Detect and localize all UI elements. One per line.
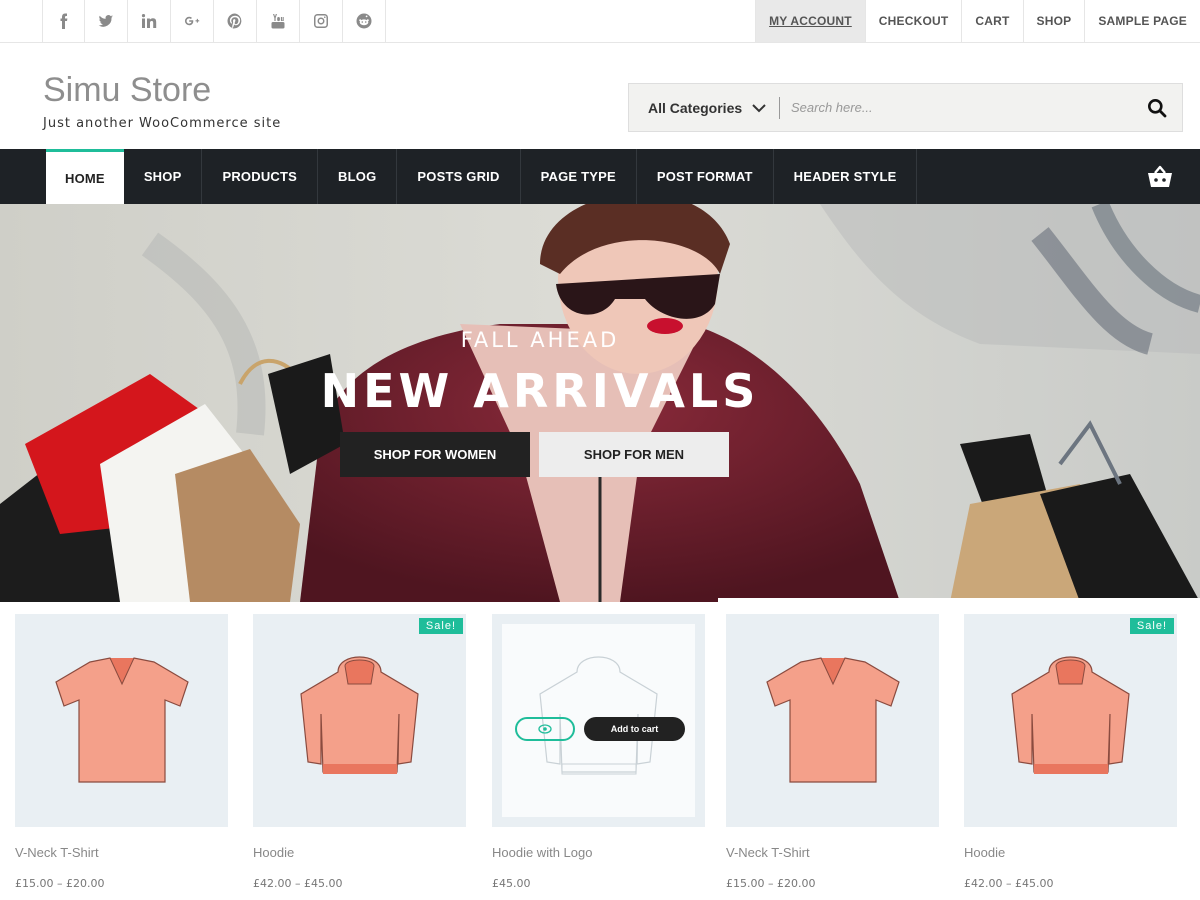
nav-item-page-type[interactable]: Page Type [521,149,637,204]
google-plus-icon[interactable] [171,0,214,42]
top-link-cart[interactable]: Cart [961,0,1022,42]
product-name[interactable]: Hoodie with Logo [492,845,705,860]
hero-banner: FALL AHEAD NEW ARRIVALS SHOP FOR WOMEN S… [0,204,1200,602]
nav-item-posts-grid[interactable]: Posts Grid [397,149,521,204]
social-links [42,0,386,42]
shopping-basket-icon[interactable] [1147,165,1173,189]
shop-for-men-button[interactable]: SHOP FOR MEN [539,432,729,477]
shop-for-women-button[interactable]: SHOP FOR WOMEN [340,432,530,477]
product-price: £42.00 – £45.00 [253,877,343,890]
product-card[interactable]: Add to cart Hoodie with Logo £45.00 [492,614,705,890]
eye-icon [538,724,552,734]
hoodie-image [300,656,419,774]
sale-badge: Sale! [418,618,463,634]
instagram-icon[interactable] [300,0,343,42]
nav-item-header-style[interactable]: Header Style [774,149,918,204]
tshirt-image [55,657,189,783]
product-price: £45.00 [492,877,531,890]
product-image[interactable]: Add to cart [492,614,705,827]
product-image[interactable] [15,614,228,827]
facebook-icon[interactable] [42,0,85,42]
twitter-icon[interactable] [85,0,128,42]
quick-view-button[interactable] [515,717,575,741]
top-links: My Account Checkout Cart Shop Sample Pag… [755,0,1200,42]
product-image[interactable] [726,614,939,827]
product-search: All Categories [628,83,1183,132]
linkedin-icon[interactable] [128,0,171,42]
sale-badge: Sale! [1129,618,1174,634]
product-price: £15.00 – £20.00 [726,877,816,890]
hero-subtitle: FALL AHEAD [460,328,620,352]
nav-item-blog[interactable]: Blog [318,149,398,204]
site-tagline: Just another WooCommerce site [43,116,282,131]
pinterest-icon[interactable] [214,0,257,42]
nav-item-products[interactable]: Products [202,149,319,204]
top-link-my-account[interactable]: My Account [755,0,865,42]
product-name[interactable]: Hoodie [253,845,466,860]
add-to-cart-button[interactable]: Add to cart [584,717,685,741]
nav-item-post-format[interactable]: Post Format [637,149,774,204]
youtube-icon[interactable] [257,0,300,42]
search-icon [1148,98,1167,117]
tshirt-image [766,657,900,783]
product-card[interactable]: Sale! Hoodie £42.00 – £45.00 [253,614,466,890]
search-input[interactable] [780,84,1132,131]
top-bar: My Account Checkout Cart Shop Sample Pag… [0,0,1200,43]
category-select[interactable]: All Categories [629,84,779,131]
product-name[interactable]: Hoodie [964,845,1177,860]
reddit-icon[interactable] [343,0,386,42]
main-navigation: Home Shop Products Blog Posts Grid Page … [0,149,1200,204]
product-name[interactable]: V-Neck T-Shirt [15,845,228,860]
product-price: £42.00 – £45.00 [964,877,1054,890]
nav-item-shop[interactable]: Shop [124,149,203,204]
product-card[interactable]: V-Neck T-Shirt £15.00 – £20.00 [726,614,939,890]
product-image[interactable]: Sale! [964,614,1177,827]
search-button[interactable] [1132,84,1182,131]
hoodie-image [1011,656,1130,774]
category-select-label: All Categories [648,99,743,116]
top-link-shop[interactable]: Shop [1022,0,1085,42]
product-card[interactable]: V-Neck T-Shirt £15.00 – £20.00 [15,614,228,890]
top-link-checkout[interactable]: Checkout [864,0,962,42]
site-title[interactable]: Simu Store [43,71,211,110]
product-image[interactable]: Sale! [253,614,466,827]
top-link-sample-page[interactable]: Sample Page [1084,0,1200,42]
hero-title: NEW ARRIVALS [320,364,760,418]
chevron-down-icon [752,103,766,112]
product-card[interactable]: Sale! Hoodie £42.00 – £45.00 [964,614,1177,890]
nav-item-home[interactable]: Home [46,149,124,204]
product-price: £15.00 – £20.00 [15,877,105,890]
product-name[interactable]: V-Neck T-Shirt [726,845,939,860]
